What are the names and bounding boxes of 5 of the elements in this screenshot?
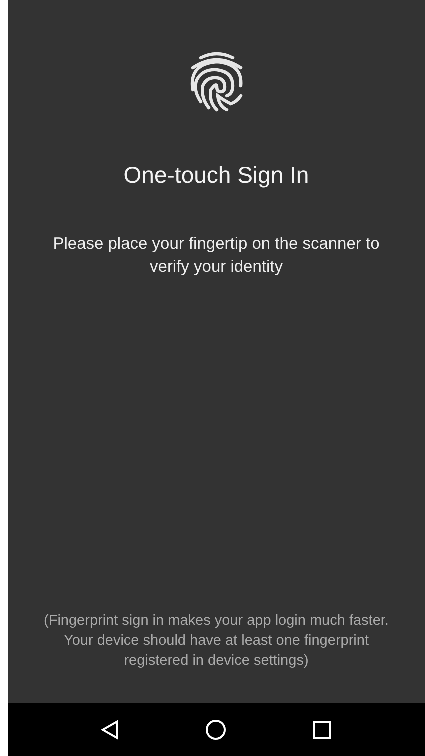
recents-button[interactable] xyxy=(311,718,334,740)
instruction-text: Please place your fingertip on the scanner to verify your identity xyxy=(52,234,381,278)
note-text: (Fingerprint sign in makes your app login much faster. Your device should have at least one fingerprint registered in device settings) xyxy=(43,612,390,671)
home-button[interactable] xyxy=(205,718,228,740)
screen-title: One-touch Sign In xyxy=(124,162,310,189)
